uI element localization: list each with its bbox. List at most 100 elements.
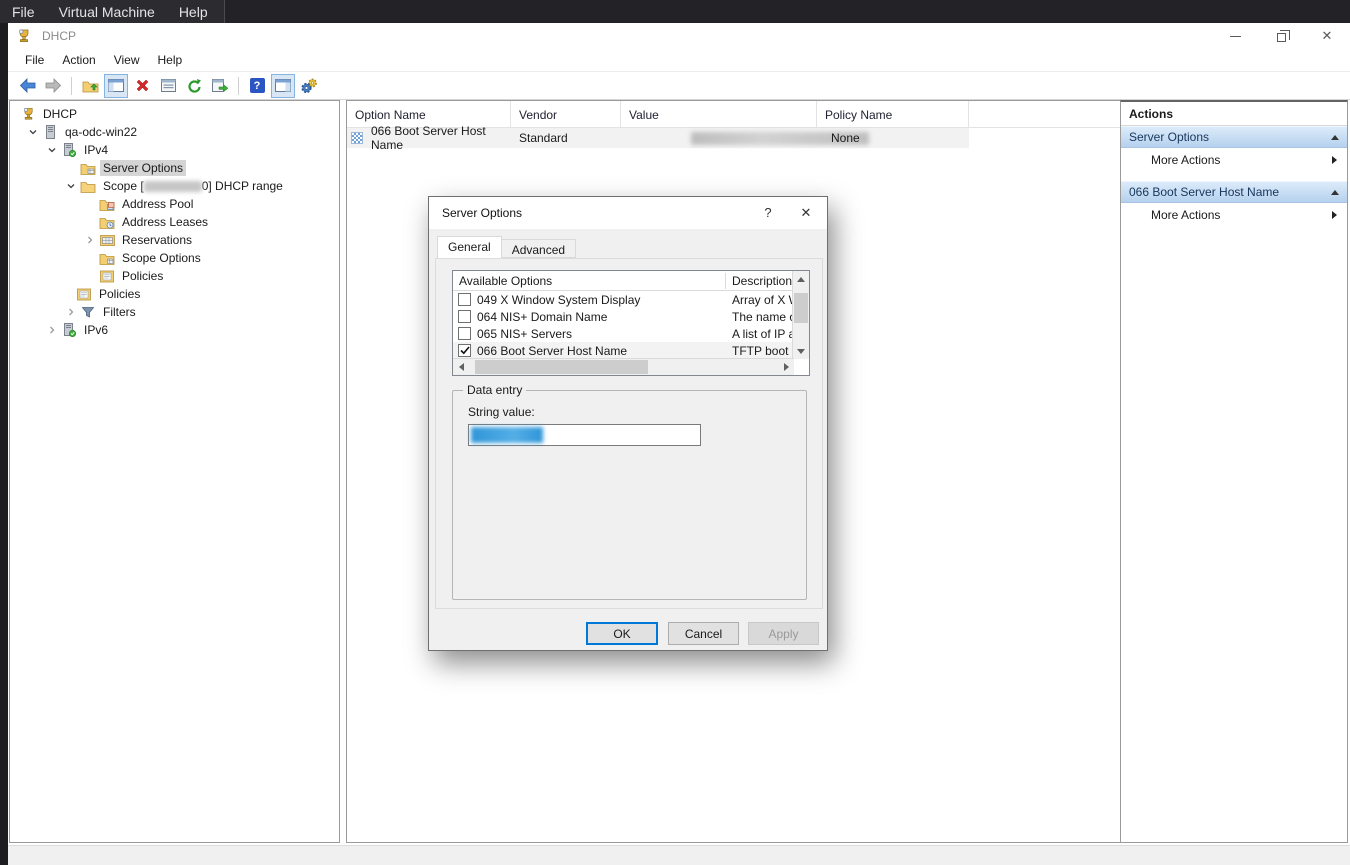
- tree-item-server-policies[interactable]: Policies: [10, 285, 339, 303]
- checkbox-unchecked[interactable]: [458, 293, 471, 306]
- more-actions-label: More Actions: [1151, 208, 1220, 222]
- tree-item-reservations[interactable]: Reservations: [10, 231, 339, 249]
- refresh-button[interactable]: [182, 74, 206, 98]
- actions-pane: Actions Server Options More Actions 066 …: [1120, 100, 1348, 843]
- option-row[interactable]: 066 Boot Server Host Name Standard None: [347, 128, 969, 148]
- actions-section-server-options[interactable]: Server Options: [1121, 126, 1347, 148]
- checkbox-unchecked[interactable]: [458, 327, 471, 340]
- redacted-selected-text: [471, 427, 543, 443]
- dhcp-gears-button[interactable]: [297, 74, 321, 98]
- option-row-065[interactable]: 065 NIS+ Servers A list of IP a: [453, 325, 794, 342]
- cancel-button[interactable]: Cancel: [668, 622, 739, 645]
- back-button[interactable]: [15, 74, 39, 98]
- actions-section-label: Server Options: [1129, 130, 1209, 144]
- action-pane-icon: [275, 79, 291, 92]
- scroll-up-button[interactable]: [793, 271, 809, 287]
- minimize-button[interactable]: [1212, 23, 1258, 49]
- tree-item-address-leases[interactable]: Address Leases: [10, 213, 339, 231]
- vm-menu-virtual-machine[interactable]: Virtual Machine: [47, 0, 167, 23]
- menu-file[interactable]: File: [16, 50, 53, 70]
- tree-label: Address Pool: [119, 196, 196, 212]
- server-icon: [42, 125, 58, 139]
- scroll-down-button[interactable]: [793, 343, 809, 359]
- dialog-close-button[interactable]: ✕: [787, 197, 825, 228]
- data-entry-label: Data entry: [463, 383, 526, 397]
- string-value-input[interactable]: [468, 424, 701, 446]
- chevron-down-icon[interactable]: [43, 141, 61, 159]
- properties-button[interactable]: [156, 74, 180, 98]
- more-actions-066-option[interactable]: More Actions: [1121, 203, 1347, 226]
- menu-view[interactable]: View: [105, 50, 149, 70]
- horizontal-scrollbar[interactable]: [453, 358, 794, 375]
- menu-action[interactable]: Action: [53, 50, 104, 70]
- tree-item-server-options[interactable]: Server Options: [10, 159, 339, 177]
- tree-item-ipv4[interactable]: IPv4: [10, 141, 339, 159]
- column-value[interactable]: Value: [621, 101, 817, 128]
- vertical-scrollbar[interactable]: [792, 271, 809, 359]
- menu-help[interactable]: Help: [149, 50, 192, 70]
- scroll-left-button[interactable]: [453, 359, 469, 375]
- ok-button[interactable]: OK: [586, 622, 658, 645]
- checkbox-unchecked[interactable]: [458, 310, 471, 323]
- tree-label: Policies: [119, 268, 166, 284]
- dialog-tabs: General Advanced: [437, 236, 575, 258]
- redacted-ip: [144, 181, 202, 192]
- up-one-level-button[interactable]: [78, 74, 102, 98]
- scroll-right-button[interactable]: [778, 359, 794, 375]
- checkbox-checked[interactable]: [458, 344, 471, 357]
- column-vendor[interactable]: Vendor: [511, 101, 621, 128]
- chevron-right-icon[interactable]: [81, 231, 99, 249]
- tree-item-scope[interactable]: Scope [0] DHCP range: [10, 177, 339, 195]
- forward-button[interactable]: [41, 74, 65, 98]
- more-actions-server-options[interactable]: More Actions: [1121, 148, 1347, 171]
- column-available-options[interactable]: Available Options: [459, 271, 552, 291]
- tree-item-scope-policies[interactable]: Policies: [10, 267, 339, 285]
- more-actions-label: More Actions: [1151, 153, 1220, 167]
- vertical-scroll-thumb[interactable]: [794, 293, 808, 323]
- available-options-list: Available Options Description 049 X Wind…: [452, 270, 810, 376]
- chevron-placeholder: [58, 285, 76, 303]
- column-policy-name[interactable]: Policy Name: [817, 101, 969, 128]
- collapse-icon[interactable]: [1331, 135, 1339, 140]
- gears-icon: [300, 78, 319, 94]
- close-button[interactable]: ✕: [1304, 23, 1350, 49]
- tree-item-filters[interactable]: Filters: [10, 303, 339, 321]
- show-action-pane-button[interactable]: [271, 74, 295, 98]
- chevron-right-icon[interactable]: [43, 321, 61, 339]
- export-list-button[interactable]: [208, 74, 232, 98]
- horizontal-scroll-thumb[interactable]: [475, 360, 648, 374]
- tree-label: IPv4: [81, 142, 111, 158]
- dialog-title: Server Options: [442, 206, 522, 220]
- chevron-down-icon[interactable]: [62, 177, 80, 195]
- tree-item-address-pool[interactable]: Address Pool: [10, 195, 339, 213]
- option-row-049[interactable]: 049 X Window System Display Array of X W: [453, 291, 794, 308]
- help-icon: ?: [250, 78, 265, 93]
- tree-item-dhcp-root[interactable]: DHCP: [10, 105, 339, 123]
- policies-icon: [99, 269, 115, 283]
- chevron-right-icon[interactable]: [62, 303, 80, 321]
- tab-advanced[interactable]: Advanced: [501, 239, 576, 258]
- column-description[interactable]: Description: [732, 271, 792, 291]
- vm-menu-help[interactable]: Help: [167, 0, 220, 23]
- column-separator[interactable]: [725, 273, 726, 289]
- chevron-down-icon[interactable]: [24, 123, 42, 141]
- tree-item-scope-options[interactable]: Scope Options: [10, 249, 339, 267]
- server-options-dialog: Server Options ? ✕ General Advanced Avai…: [428, 196, 828, 651]
- actions-section-066-option[interactable]: 066 Boot Server Host Name: [1121, 181, 1347, 203]
- show-console-tree-button[interactable]: [104, 74, 128, 98]
- help-button[interactable]: ?: [245, 74, 269, 98]
- dhcp-root-icon: [20, 107, 36, 121]
- dialog-help-button[interactable]: ?: [749, 197, 787, 228]
- delete-icon: [135, 78, 150, 93]
- apply-button[interactable]: Apply: [748, 622, 819, 645]
- tab-general[interactable]: General: [437, 236, 502, 258]
- tree-item-server[interactable]: qa-odc-win22: [10, 123, 339, 141]
- actions-section-label: 066 Boot Server Host Name: [1129, 185, 1279, 199]
- vm-menu-file[interactable]: File: [0, 0, 47, 23]
- collapse-icon[interactable]: [1331, 190, 1339, 195]
- option-row-066[interactable]: 066 Boot Server Host Name TFTP boot s: [453, 342, 794, 359]
- tree-item-ipv6[interactable]: IPv6: [10, 321, 339, 339]
- delete-button[interactable]: [130, 74, 154, 98]
- option-row-064[interactable]: 064 NIS+ Domain Name The name o: [453, 308, 794, 325]
- restore-button[interactable]: [1258, 23, 1304, 49]
